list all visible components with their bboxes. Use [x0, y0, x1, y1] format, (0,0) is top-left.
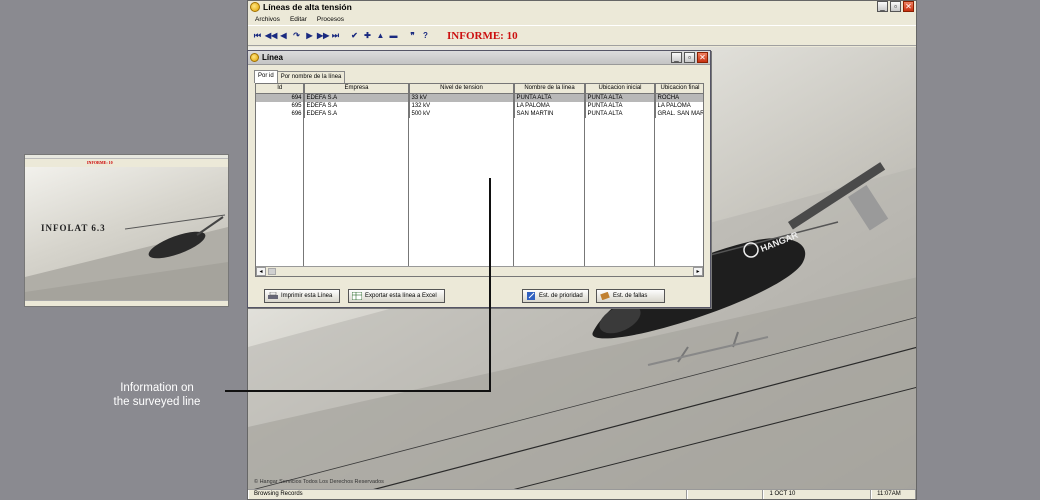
fault-stats-button[interactable]: Est. de fallas	[596, 289, 665, 303]
toolbar: ⏮ ◀◀ ◀ ↷ ▶ ▶▶ ⏭ ✔ ✚ ▲ ▬ ❞ ? INFORME: 10	[248, 25, 916, 46]
splash-thumbnail: INFORME: 10 INFOLAT 6.3	[24, 154, 229, 307]
cell-ubicacion-final: ROCHA	[655, 93, 703, 102]
quote-icon[interactable]: ❞	[407, 29, 418, 43]
fault-stats-label: Est. de fallas	[613, 293, 648, 299]
column-divider	[409, 84, 514, 266]
print-line-label: Imprimir esta Línea	[281, 293, 333, 299]
tab-por-id[interactable]: Por id	[254, 70, 278, 83]
spreadsheet-icon	[352, 292, 362, 300]
column-divider	[514, 84, 585, 266]
scroll-left-icon[interactable]: ◂	[256, 267, 266, 276]
printer-icon	[268, 292, 278, 299]
status-mode: Browsing Records	[248, 490, 687, 499]
check-icon[interactable]: ✔	[349, 29, 360, 43]
linea-grid[interactable]: Id Empresa Nivel de tension Nombre de la…	[255, 83, 704, 277]
print-line-button[interactable]: Imprimir esta Línea	[264, 289, 340, 303]
remove-icon[interactable]: ▬	[388, 29, 399, 43]
annotation-line-1: Information on	[120, 382, 194, 394]
scroll-thumb[interactable]	[268, 268, 276, 275]
annotation-leader-horizontal	[225, 390, 491, 392]
linea-titlebar[interactable]: Línea _ ▫ ✕	[248, 51, 710, 65]
informe-label: INFORME: 10	[447, 29, 518, 42]
statusbar: Browsing Records 1 OCT 10 11:07AM	[248, 489, 916, 499]
linea-app-icon	[250, 53, 259, 62]
main-titlebar[interactable]: Líneas de alta tensión _ ▫ ✕	[248, 1, 916, 14]
annotation-leader-vertical	[489, 178, 491, 392]
linea-close-button[interactable]: ✕	[697, 52, 708, 63]
minimize-button[interactable]: _	[877, 1, 888, 12]
next-icon[interactable]: ▶	[304, 29, 315, 43]
menubar: Archivos Editar Procesos	[248, 14, 916, 25]
up-icon[interactable]: ▲	[375, 29, 386, 43]
horizontal-scrollbar[interactable]: ◂ ▸	[256, 266, 703, 276]
add-icon[interactable]: ✚	[362, 29, 373, 43]
app-icon	[250, 2, 260, 12]
linea-minimize-button[interactable]: _	[671, 52, 682, 63]
column-divider	[585, 84, 655, 266]
previous-icon[interactable]: ◀	[278, 29, 289, 43]
linea-window: Línea _ ▫ ✕ Por id Por nombre de la líne…	[247, 50, 711, 308]
status-time: 11:07AM	[871, 490, 916, 499]
fast-forward-icon[interactable]: ▶▶	[317, 29, 329, 43]
column-divider	[304, 84, 409, 266]
scroll-right-icon[interactable]: ▸	[693, 267, 703, 276]
column-divider	[256, 84, 304, 266]
thumbnail-background	[25, 167, 228, 302]
close-button[interactable]: ✕	[903, 1, 914, 12]
priority-icon	[527, 292, 535, 300]
cell-ubicacion-final: LA PALOMA	[655, 101, 703, 110]
linea-tabs: Por id Por nombre de la línea	[254, 70, 346, 83]
first-icon[interactable]: ⏮	[252, 29, 263, 43]
annotation-callout: Information on the surveyed line	[92, 381, 222, 409]
tab-por-nombre[interactable]: Por nombre de la línea	[276, 71, 346, 83]
help-icon[interactable]: ?	[420, 29, 431, 43]
column-header-ubicacion-final[interactable]: Ubicacion final	[655, 84, 703, 94]
menu-editar[interactable]: Editar	[285, 14, 312, 25]
thumbnail-helicopter-image	[25, 214, 228, 302]
menu-procesos[interactable]: Procesos	[312, 14, 349, 25]
export-excel-button[interactable]: Exportar esta línea a Excel	[348, 289, 445, 303]
menu-archivos[interactable]: Archivos	[250, 14, 285, 25]
annotation-line-2: the surveyed line	[113, 396, 201, 408]
priority-stats-button[interactable]: Est. de prioridad	[522, 289, 589, 303]
priority-stats-label: Est. de prioridad	[539, 293, 583, 299]
linea-maximize-button[interactable]: ▫	[684, 52, 695, 63]
last-icon[interactable]: ⏭	[330, 29, 341, 43]
cell-ubicacion-final: GRAL. SAN MAR	[655, 109, 703, 118]
rewind-icon[interactable]: ◀◀	[265, 29, 277, 43]
thumbnail-logo: INFOLAT 6.3	[41, 223, 106, 233]
copyright-text: © Hangar Servicios Todos Los Derechos Re…	[254, 479, 384, 485]
window-title: Líneas de alta tensión	[263, 2, 352, 12]
thumbnail-informe: INFORME: 10	[25, 159, 228, 167]
status-empty	[686, 490, 764, 499]
export-excel-label: Exportar esta línea a Excel	[365, 293, 437, 299]
status-date: 1 OCT 10	[763, 490, 872, 499]
linea-title: Línea	[262, 53, 283, 62]
fault-icon	[600, 292, 610, 300]
maximize-button[interactable]: ▫	[890, 1, 901, 12]
thumbnail-statusbar	[25, 300, 228, 306]
refresh-icon[interactable]: ↷	[291, 29, 302, 43]
